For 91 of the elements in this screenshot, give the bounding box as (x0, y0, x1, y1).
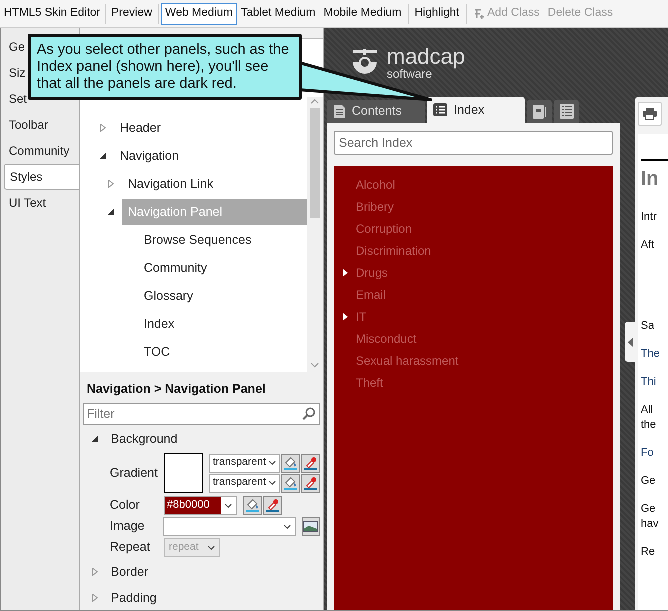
fill-color-button[interactable] (281, 454, 300, 472)
side-tab[interactable]: Set (9, 86, 28, 112)
panel-tab[interactable]: Contents (327, 100, 425, 123)
side-tab[interactable]: Siz (9, 60, 26, 86)
paragraph-text: Thi (641, 375, 656, 390)
side-tab[interactable]: Toolbar (9, 112, 48, 138)
tree-item[interactable]: Community (138, 255, 307, 281)
chevron-down-icon[interactable] (311, 363, 319, 368)
toolbar-button[interactable]: Tablet Medium (236, 2, 320, 24)
collapse-icon[interactable] (91, 435, 99, 443)
chevron-down-icon (225, 504, 232, 508)
paragraph-text: Ge (641, 474, 656, 489)
property-label: Image (110, 518, 146, 536)
property-label: Gradient (110, 464, 158, 482)
paint-bucket-icon (283, 456, 298, 470)
eyedropper-icon (303, 476, 318, 490)
tree-item[interactable]: Header (114, 115, 307, 141)
expand-icon[interactable] (342, 269, 348, 277)
side-tab[interactable]: UI Text (9, 190, 46, 216)
chevron-down-icon (208, 546, 215, 550)
panel-tab[interactable] (554, 100, 579, 123)
search-icon (302, 407, 316, 421)
panel-tab[interactable] (527, 100, 552, 123)
paint-bucket-icon (245, 498, 260, 513)
paragraph-text: Sa (641, 319, 654, 334)
paragraph-text: Fo (641, 446, 654, 461)
tree-item[interactable]: Browse Sequences (138, 227, 307, 253)
tree-item[interactable]: Navigation Link (122, 171, 307, 197)
toolbar-button[interactable]: Mobile Medium (320, 2, 406, 24)
print-button[interactable] (638, 102, 662, 126)
property-label: Color (110, 497, 141, 514)
tree-item[interactable]: Glossary (138, 283, 307, 309)
color-value: #8b0000 (165, 497, 221, 514)
document-icon (333, 104, 346, 119)
list-icon (433, 103, 448, 117)
paragraph-text: Intr (641, 210, 657, 225)
fill-color-button[interactable] (281, 474, 300, 492)
page-heading: In (641, 167, 659, 192)
logo-name: madcap (387, 46, 466, 68)
gradient-stop-dropdown[interactable]: transparent (209, 474, 280, 492)
add-class-icon (472, 8, 484, 20)
side-tab[interactable]: Ge (9, 34, 26, 60)
paragraph-text: All the (641, 403, 656, 433)
side-tab[interactable]: Community (9, 138, 70, 164)
group-label[interactable]: Border (111, 562, 149, 582)
chevron-down-icon (269, 481, 276, 485)
collapse-icon[interactable] (99, 152, 107, 160)
toolbar-button[interactable]: Preview (108, 2, 156, 24)
panel-tab[interactable]: Index (427, 97, 525, 123)
collapse-icon[interactable] (107, 208, 115, 216)
gradient-stop-dropdown[interactable]: transparent (209, 454, 280, 472)
collapse-panel-button[interactable] (625, 322, 635, 362)
browse-image-button[interactable] (302, 517, 320, 536)
chevron-down-icon (269, 461, 276, 465)
caret-left-icon (628, 338, 632, 346)
tree-item[interactable]: Index (138, 311, 307, 337)
chevron-up-icon[interactable] (311, 99, 319, 104)
paint-bucket-icon (283, 476, 298, 490)
book-icon (533, 104, 546, 118)
expand-icon[interactable] (342, 313, 348, 321)
paragraph-text: Ge hav (641, 502, 659, 532)
scroll-thumb[interactable] (310, 108, 320, 218)
gradient-swatch[interactable] (164, 453, 203, 493)
group-label[interactable]: Background (111, 430, 178, 448)
paragraph-text: Re (641, 545, 656, 560)
printer-icon (643, 108, 657, 120)
property-label: Repeat (110, 539, 152, 556)
paragraph-text: The (641, 347, 660, 362)
search-index-field[interactable]: Search Index (334, 131, 613, 155)
color-picker-button[interactable] (301, 454, 320, 472)
chevron-down-icon (284, 524, 291, 528)
color-picker-button[interactable] (301, 474, 320, 492)
logo-tagline: software (387, 68, 432, 80)
list-icon (560, 104, 574, 119)
paragraph-text: Aft (641, 238, 654, 253)
scrollbar[interactable] (307, 97, 323, 372)
tree-item[interactable]: Navigation (114, 143, 307, 169)
filter-field[interactable]: Filter (83, 403, 320, 425)
color-picker-button[interactable] (263, 496, 282, 515)
breadcrumb: Navigation > Navigation Panel (86, 381, 267, 398)
group-label[interactable]: Padding (111, 588, 157, 608)
eyedropper-icon (303, 456, 318, 470)
toolbar-button[interactable]: Web Medium (161, 2, 237, 24)
fill-color-button[interactable] (243, 496, 262, 515)
side-tab[interactable]: Styles (4, 164, 79, 190)
image-icon (303, 521, 318, 532)
editor-title: HTML5 Skin Editor (3, 6, 102, 21)
tree-item[interactable]: TOC (138, 339, 307, 365)
toolbar-button[interactable]: Highlight (410, 2, 464, 24)
eyedropper-icon (265, 498, 280, 513)
color-dropdown[interactable]: #8b0000 (164, 496, 237, 515)
